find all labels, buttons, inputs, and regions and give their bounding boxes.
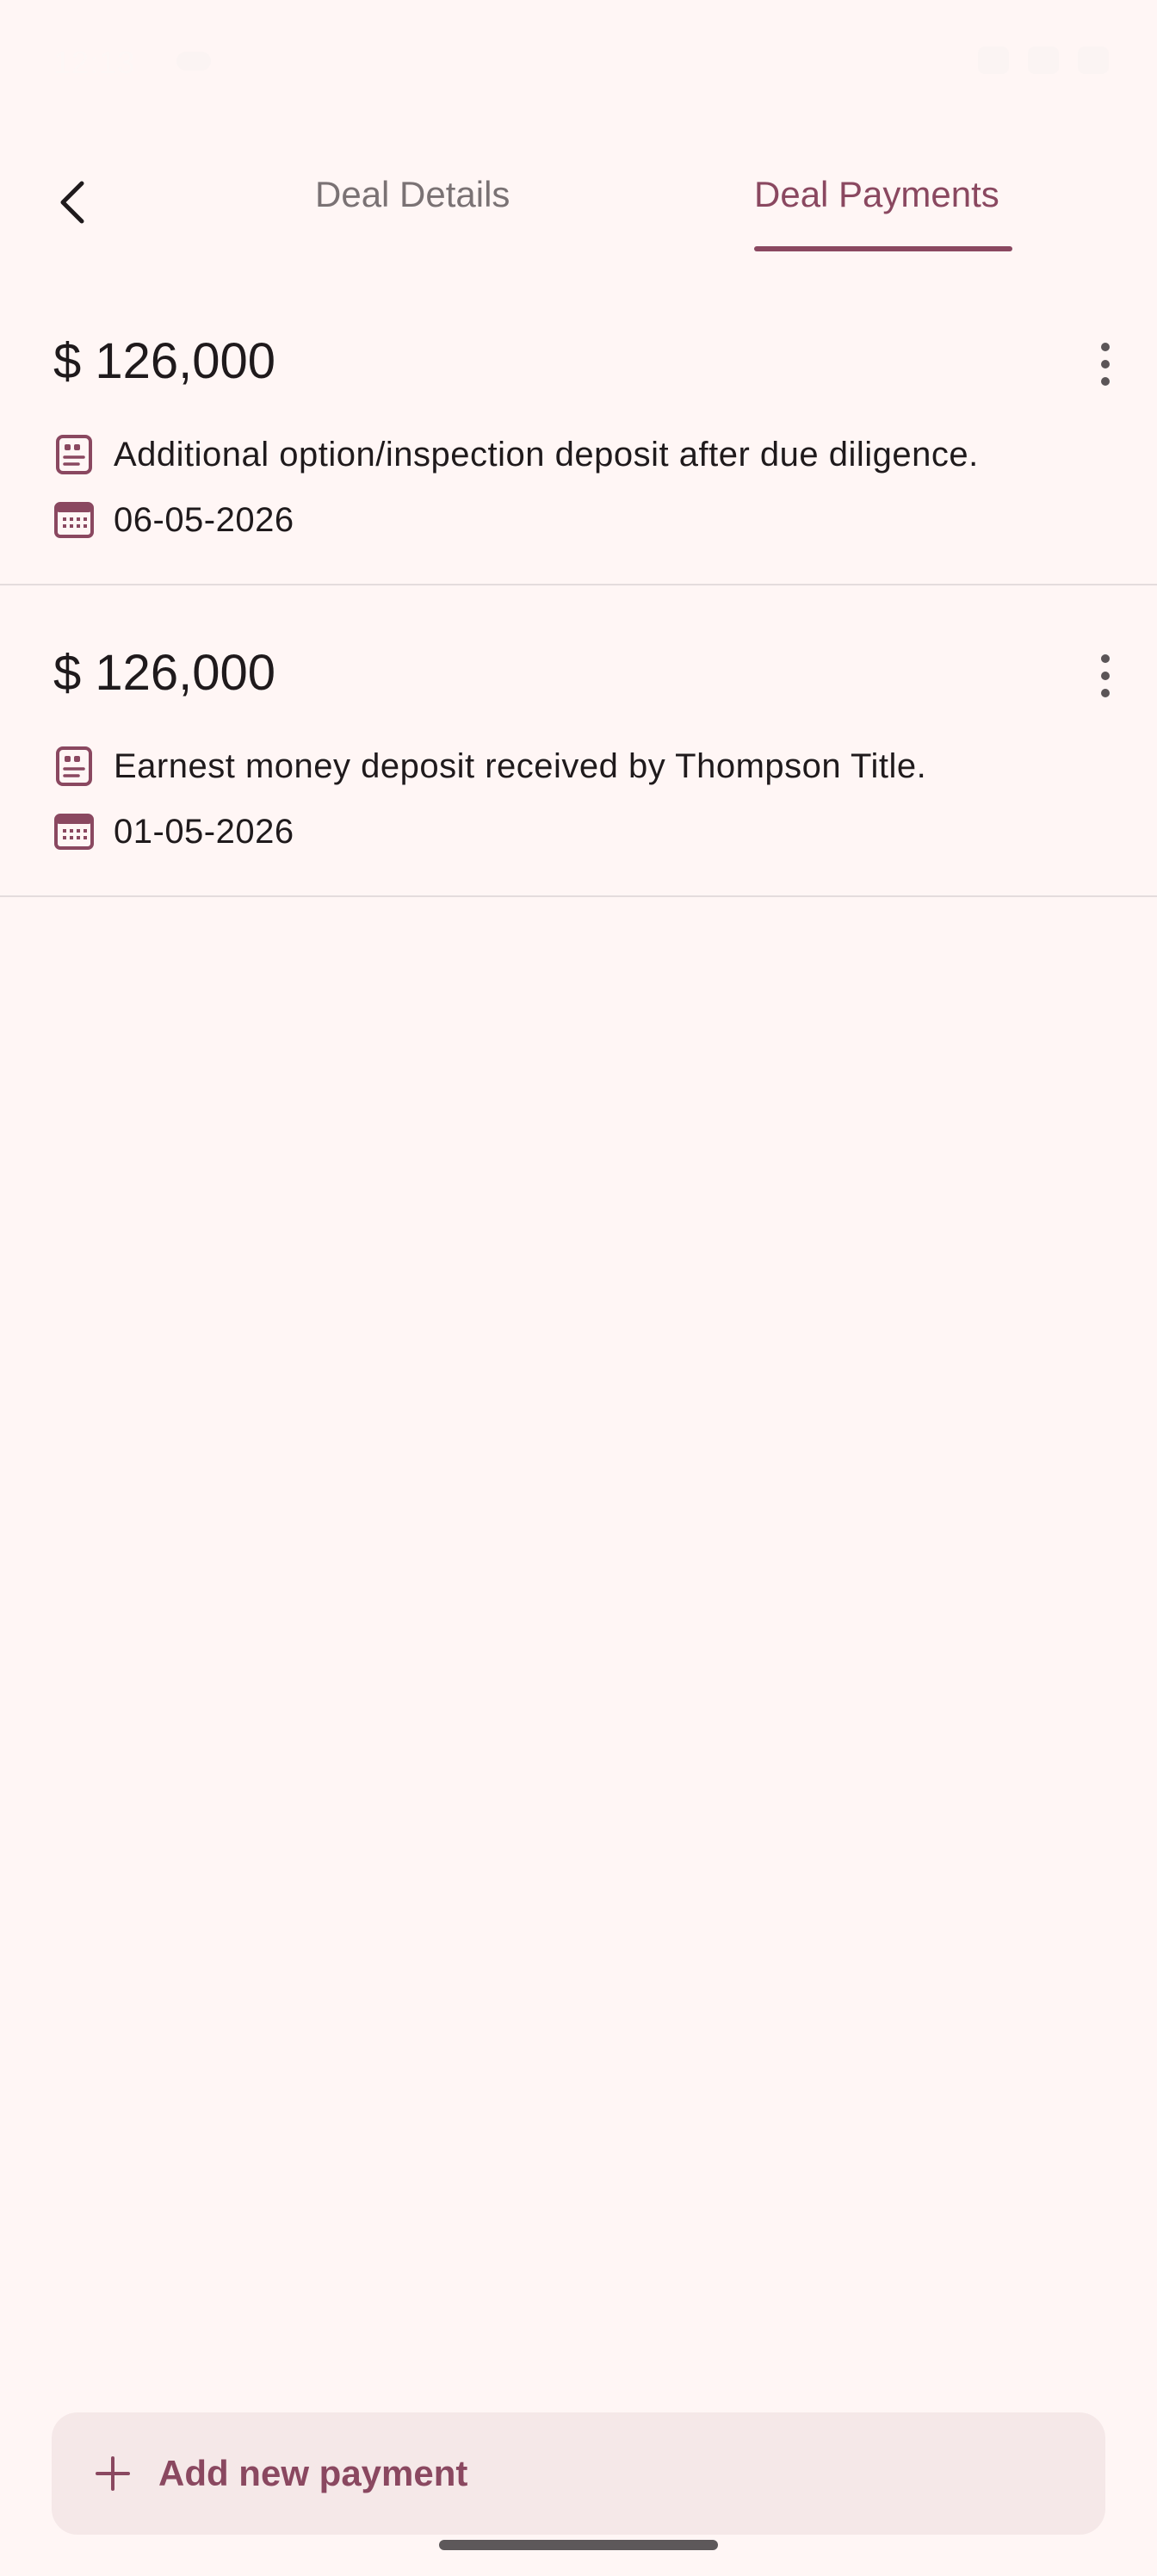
deal-payments-screen: 12:13 Deal Details Deal Payments $ 126,0… — [0, 0, 1157, 2576]
payment-date: 01-05-2026 — [114, 812, 294, 851]
add-new-payment-label: Add new payment — [158, 2453, 468, 2493]
payment-note: Earnest money deposit received by Thomps… — [114, 746, 927, 785]
payment-amount: $ 126,000 — [53, 645, 276, 701]
calendar-icon — [53, 499, 95, 541]
tab-deal-details[interactable]: Deal Details — [315, 174, 510, 215]
home-indicator[interactable] — [439, 2540, 718, 2550]
payment-list: $ 126,000 Additional option/inspection d… — [0, 274, 1157, 897]
more-options-button[interactable] — [1080, 646, 1131, 706]
back-button[interactable] — [43, 172, 103, 232]
payment-date: 06-05-2026 — [114, 500, 294, 539]
calendar-icon — [53, 811, 95, 852]
more-vertical-icon — [1101, 654, 1110, 663]
payment-card[interactable]: $ 126,000 Earnest money deposit received… — [0, 585, 1157, 897]
wifi-icon — [978, 46, 1009, 74]
note-quote-icon — [53, 746, 95, 787]
payment-note-row: Earnest money deposit received by Thomps… — [53, 746, 926, 787]
plus-icon — [91, 2452, 134, 2495]
payment-card[interactable]: $ 126,000 Additional option/inspection d… — [0, 274, 1157, 585]
status-time: 12:13 — [53, 45, 136, 80]
payment-note: Additional option/inspection deposit aft… — [114, 435, 979, 474]
payment-date-row: 06-05-2026 — [53, 499, 294, 541]
more-vertical-icon — [1101, 343, 1110, 351]
cloud-icon — [176, 52, 211, 71]
signal-icon — [1028, 46, 1059, 74]
more-options-button[interactable] — [1080, 334, 1131, 394]
payment-amount: $ 126,000 — [53, 333, 276, 389]
tab-deal-payments[interactable]: Deal Payments — [754, 174, 999, 215]
chevron-left-icon — [60, 181, 84, 224]
status-bar: 12:13 — [0, 0, 1157, 129]
active-tab-indicator — [754, 246, 1012, 251]
note-quote-icon — [53, 434, 95, 475]
payment-date-row: 01-05-2026 — [53, 811, 294, 852]
add-new-payment-button[interactable]: Add new payment — [52, 2412, 1105, 2535]
payment-note-row: Additional option/inspection deposit aft… — [53, 434, 979, 475]
status-icons — [978, 46, 1109, 74]
battery-icon — [1078, 46, 1109, 74]
top-nav: Deal Details Deal Payments — [0, 146, 1157, 258]
